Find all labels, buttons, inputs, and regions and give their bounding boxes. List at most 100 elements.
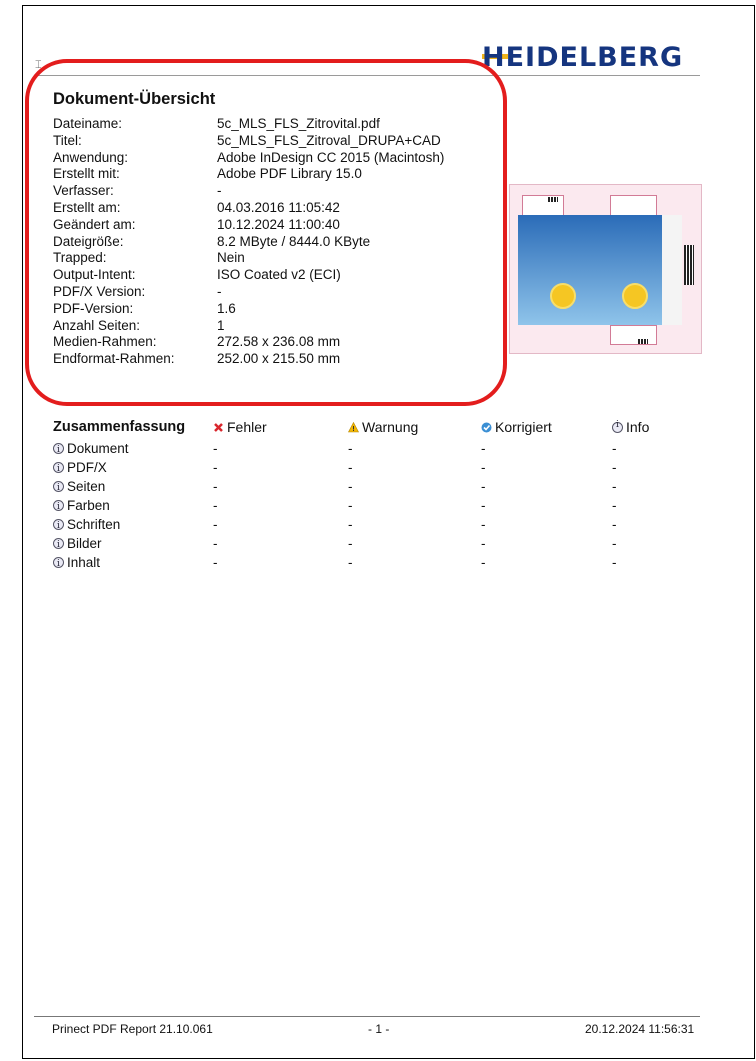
summary-row-label: Bilder [67, 536, 102, 551]
column-corrected-label: Korrigiert [495, 419, 552, 435]
overview-label: Dateiname: [53, 116, 123, 131]
overview-value: - [217, 283, 222, 299]
summary-cell: - [213, 498, 218, 513]
info-icon [53, 555, 64, 574]
overview-label: Erstellt am: [53, 199, 121, 215]
barcode-image [638, 339, 648, 344]
logo-text: HEIDELBERG [482, 42, 684, 73]
column-corrected: Korrigiert [481, 419, 552, 435]
overview-value: 252.00 x 215.50 mm [217, 351, 341, 367]
overview-value: 10.12.2024 11:00:40 [217, 216, 340, 232]
summary-cell: - [213, 460, 218, 475]
overview-value: Adobe InDesign CC 2015 (Macintosh) [217, 149, 445, 165]
summary-row-label: Inhalt [67, 555, 101, 570]
heidelberg-logo: HEIDELBERG [476, 41, 696, 75]
summary-cell: - [348, 517, 353, 532]
overview-label: Erstellt mit: [53, 166, 120, 182]
summary-row-label: Farben [67, 498, 110, 513]
summary-cell: - [612, 517, 617, 532]
barcode-image [684, 245, 694, 285]
summary-cell: - [612, 479, 617, 494]
summary-cell: - [612, 460, 617, 475]
overview-label: Verfasser: [53, 183, 114, 199]
overview-label: Dateigröße: [53, 233, 124, 249]
overview-label: Anwendung: [53, 149, 129, 165]
overview-label: Titel: [53, 132, 82, 148]
overview-label: Geändert am: [53, 216, 136, 232]
column-warning: Warnung [348, 419, 418, 435]
column-error-label: Fehler [227, 419, 267, 435]
overview-value: 272.58 x 236.08 mm [217, 334, 341, 350]
box-side-panel [662, 215, 682, 325]
overview-title: Dokument-Übersicht [53, 90, 216, 108]
summary-row-label: Seiten [67, 479, 106, 494]
summary-cell: - [213, 555, 218, 570]
corrected-icon [481, 422, 492, 433]
summary-row-label: Schriften [67, 517, 121, 532]
summary-cell: - [348, 479, 353, 494]
overview-value: 5c_MLS_FLS_Zitrovital.pdf [217, 116, 380, 131]
summary-cell: - [348, 498, 353, 513]
info-icon [53, 536, 64, 555]
summary-cell: - [481, 536, 486, 551]
overview-label: Anzahl Seiten: [53, 317, 141, 333]
column-error: Fehler [213, 419, 267, 435]
summary-cell: - [481, 498, 486, 513]
column-info: Info [612, 419, 649, 435]
summary-cell: - [348, 536, 353, 551]
overview-value: Adobe PDF Library 15.0 [217, 166, 362, 182]
box-side-panel [590, 215, 610, 325]
summary-cell: - [481, 441, 486, 456]
summary-cell: - [348, 555, 353, 570]
summary-cell: - [213, 479, 218, 494]
overview-label: Endformat-Rahmen: [53, 351, 175, 367]
summary-title: Zusammenfassung [53, 419, 186, 435]
page-thumbnail[interactable] [509, 184, 702, 354]
dieline-flap [610, 195, 657, 217]
overview-value: - [217, 183, 222, 199]
column-info-label: Info [626, 419, 650, 435]
dieline-flap [610, 325, 657, 345]
info-icon [53, 479, 64, 498]
summary-cell: - [481, 460, 486, 475]
summary-cell: - [481, 555, 486, 570]
info-icon [53, 498, 64, 517]
summary-cell: - [481, 517, 486, 532]
lemon-image [550, 283, 576, 309]
summary-cell: - [213, 441, 218, 456]
footer-timestamp: 20.12.2024 11:56:31 [585, 1022, 695, 1036]
overview-label: PDF-Version: [53, 300, 134, 316]
overview-value: 8.2 MByte / 8444.0 KByte [217, 233, 371, 249]
box-side-panel [518, 215, 538, 325]
summary-cell: - [612, 536, 617, 551]
summary-cell: - [612, 498, 617, 513]
footer-product: Prinect PDF Report 21.10.061 [52, 1022, 213, 1036]
lemon-image [622, 283, 648, 309]
summary-cell: - [348, 460, 353, 475]
summary-cell: - [612, 441, 617, 456]
summary-row-label: Dokument [67, 441, 129, 456]
warning-icon [348, 422, 359, 433]
barcode-image [548, 197, 558, 202]
overview-value: 04.03.2016 11:05:42 [217, 199, 340, 215]
footer-divider [34, 1016, 700, 1017]
error-icon [214, 423, 223, 432]
overview-value: 1.6 [217, 300, 236, 316]
overview-label: Trapped: [53, 250, 107, 266]
column-warning-label: Warnung [362, 419, 419, 435]
overview-label: Medien-Rahmen: [53, 334, 157, 350]
summary-row-label: PDF/X [67, 460, 107, 475]
info-icon [53, 460, 64, 479]
summary-cell: - [612, 555, 617, 570]
summary-cell: - [481, 479, 486, 494]
overview-label: PDF/X Version: [53, 283, 146, 299]
overview-value: 5c_MLS_FLS_Zitroval_DRUPA+CAD [217, 132, 441, 148]
footer-page-number: - 1 - [368, 1022, 390, 1036]
overview-value: 1 [217, 317, 225, 333]
overview-value: Nein [217, 250, 245, 266]
info-icon [612, 420, 623, 433]
info-icon [53, 517, 64, 536]
summary-cell: - [213, 517, 218, 532]
overview-label: Output-Intent: [53, 267, 136, 283]
summary-cell: - [213, 536, 218, 551]
